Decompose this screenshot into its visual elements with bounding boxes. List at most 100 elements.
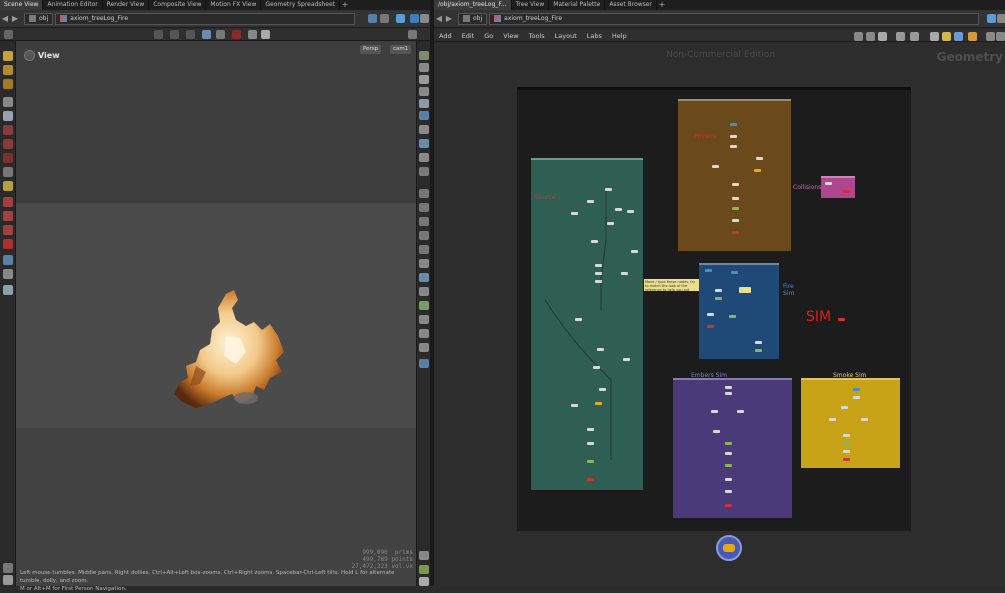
node[interactable]	[725, 392, 732, 395]
node[interactable]	[838, 318, 845, 321]
back-arrow-icon-right[interactable]: ◀	[434, 14, 444, 23]
node[interactable]	[731, 271, 738, 274]
node[interactable]	[597, 348, 604, 351]
network-box-icon[interactable]	[930, 32, 939, 41]
node[interactable]	[755, 341, 762, 344]
tab-motion-fx-view[interactable]: Motion FX View	[206, 0, 262, 10]
node[interactable]	[730, 123, 737, 126]
flipbook-icon[interactable]	[3, 285, 13, 295]
display-options-icon[interactable]	[216, 30, 225, 39]
grid-icon[interactable]	[419, 565, 429, 574]
pose-icon[interactable]	[3, 125, 13, 135]
tile-icon[interactable]	[910, 32, 919, 41]
node[interactable]	[737, 410, 744, 413]
node[interactable]	[729, 315, 736, 318]
node[interactable]	[853, 388, 860, 391]
point-display-icon[interactable]	[419, 125, 429, 134]
network-editor-canvas[interactable]: Non-Commercial Edition Geometry Source P…	[434, 42, 1005, 586]
tab-render-view[interactable]: Render View	[103, 0, 150, 10]
select-vis-icon[interactable]	[419, 273, 429, 282]
help-icon[interactable]	[996, 32, 1005, 41]
node[interactable]	[707, 313, 714, 316]
node[interactable]	[725, 386, 732, 389]
forward-arrow-icon-right[interactable]: ▶	[444, 14, 454, 23]
normals-icon[interactable]	[419, 139, 429, 148]
edge-icon[interactable]	[419, 189, 429, 198]
group-icon[interactable]	[419, 245, 429, 254]
node[interactable]	[593, 366, 600, 369]
node[interactable]	[725, 442, 732, 445]
network-box-embers-sim[interactable]: Embers Sim	[673, 372, 792, 518]
node[interactable]	[755, 349, 762, 352]
audio-icon[interactable]	[419, 231, 429, 240]
node[interactable]	[587, 460, 594, 463]
display-toggle-icon[interactable]	[3, 563, 13, 573]
tab-material-palette[interactable]: Material Palette	[549, 0, 606, 10]
template-icon[interactable]	[419, 287, 429, 296]
camera-name-button[interactable]: cam1	[390, 45, 412, 54]
light-icon[interactable]	[419, 87, 429, 96]
list-icon[interactable]	[896, 32, 905, 41]
output-node[interactable]	[716, 535, 742, 561]
network-display-icon[interactable]	[987, 14, 996, 23]
tab-network-editor[interactable]: /obj/axiom_treeLog_F...	[434, 0, 512, 10]
bounding-icon[interactable]	[419, 259, 429, 268]
node[interactable]	[725, 490, 732, 493]
bottom-settings-icon[interactable]	[3, 575, 13, 585]
lock-camera-icon[interactable]	[419, 75, 429, 84]
maximize-icon-right[interactable]	[997, 14, 1005, 23]
snap-icon[interactable]	[202, 30, 211, 39]
uv-icon[interactable]	[419, 203, 429, 212]
node[interactable]	[713, 430, 720, 433]
toolbar-menu-icon[interactable]	[408, 30, 417, 39]
layout-icon[interactable]	[866, 32, 875, 41]
skeleton-icon[interactable]	[3, 167, 13, 177]
network-box-collisions[interactable]: Collisions	[793, 176, 855, 198]
zoom-icon[interactable]	[986, 32, 995, 41]
link-icon[interactable]	[380, 14, 389, 23]
select-tool-icon[interactable]	[154, 30, 163, 39]
tab-animation-editor[interactable]: Animation Editor	[43, 0, 103, 10]
tab-geometry-spreadsheet[interactable]: Geometry Spreadsheet	[261, 0, 340, 10]
guide-icon[interactable]	[419, 301, 429, 310]
camera-menu-button[interactable]: Persp	[360, 45, 382, 54]
menu-labs[interactable]: Labs	[582, 32, 607, 40]
node[interactable]	[571, 404, 578, 407]
weight-icon[interactable]	[3, 225, 13, 235]
network-box-source[interactable]: Source	[531, 158, 643, 490]
network-box-smoke-sim[interactable]: Smoke Sim	[801, 372, 900, 468]
record-icon[interactable]	[232, 30, 241, 39]
path-node[interactable]: axiom_treeLog_Fire	[55, 12, 356, 25]
node[interactable]	[725, 452, 732, 455]
view-menu-icon[interactable]	[24, 50, 35, 61]
node[interactable]	[725, 478, 732, 481]
backface-icon[interactable]	[419, 167, 429, 176]
attribute-icon[interactable]	[419, 217, 429, 226]
view-tool-icon[interactable]	[3, 255, 13, 265]
node[interactable]	[595, 272, 602, 275]
node[interactable]	[623, 358, 630, 361]
menu-view[interactable]: View	[498, 32, 523, 40]
transform-tool-icon[interactable]	[170, 30, 179, 39]
volume-icon[interactable]	[419, 343, 429, 352]
node[interactable]	[621, 272, 628, 275]
camera-view-icon[interactable]	[419, 359, 429, 368]
capture-icon[interactable]	[3, 211, 13, 221]
path-context-right[interactable]: obj	[458, 12, 488, 25]
back-arrow-icon[interactable]: ◀	[0, 14, 10, 23]
render-region-icon[interactable]	[3, 269, 13, 279]
node[interactable]	[595, 280, 602, 283]
node[interactable]	[615, 208, 622, 211]
node[interactable]	[843, 190, 850, 193]
node[interactable]	[715, 289, 722, 292]
node[interactable]	[715, 297, 722, 300]
select-arrow-icon[interactable]	[3, 51, 13, 61]
lock-icon[interactable]	[3, 111, 13, 121]
node[interactable]	[571, 212, 578, 215]
node[interactable]	[707, 325, 714, 328]
tab-composite-view[interactable]: Composite View	[149, 0, 207, 10]
shading-icon[interactable]	[419, 99, 429, 108]
snapshot-bottom-icon[interactable]	[419, 577, 429, 586]
node[interactable]	[732, 197, 739, 200]
node[interactable]	[595, 264, 602, 267]
